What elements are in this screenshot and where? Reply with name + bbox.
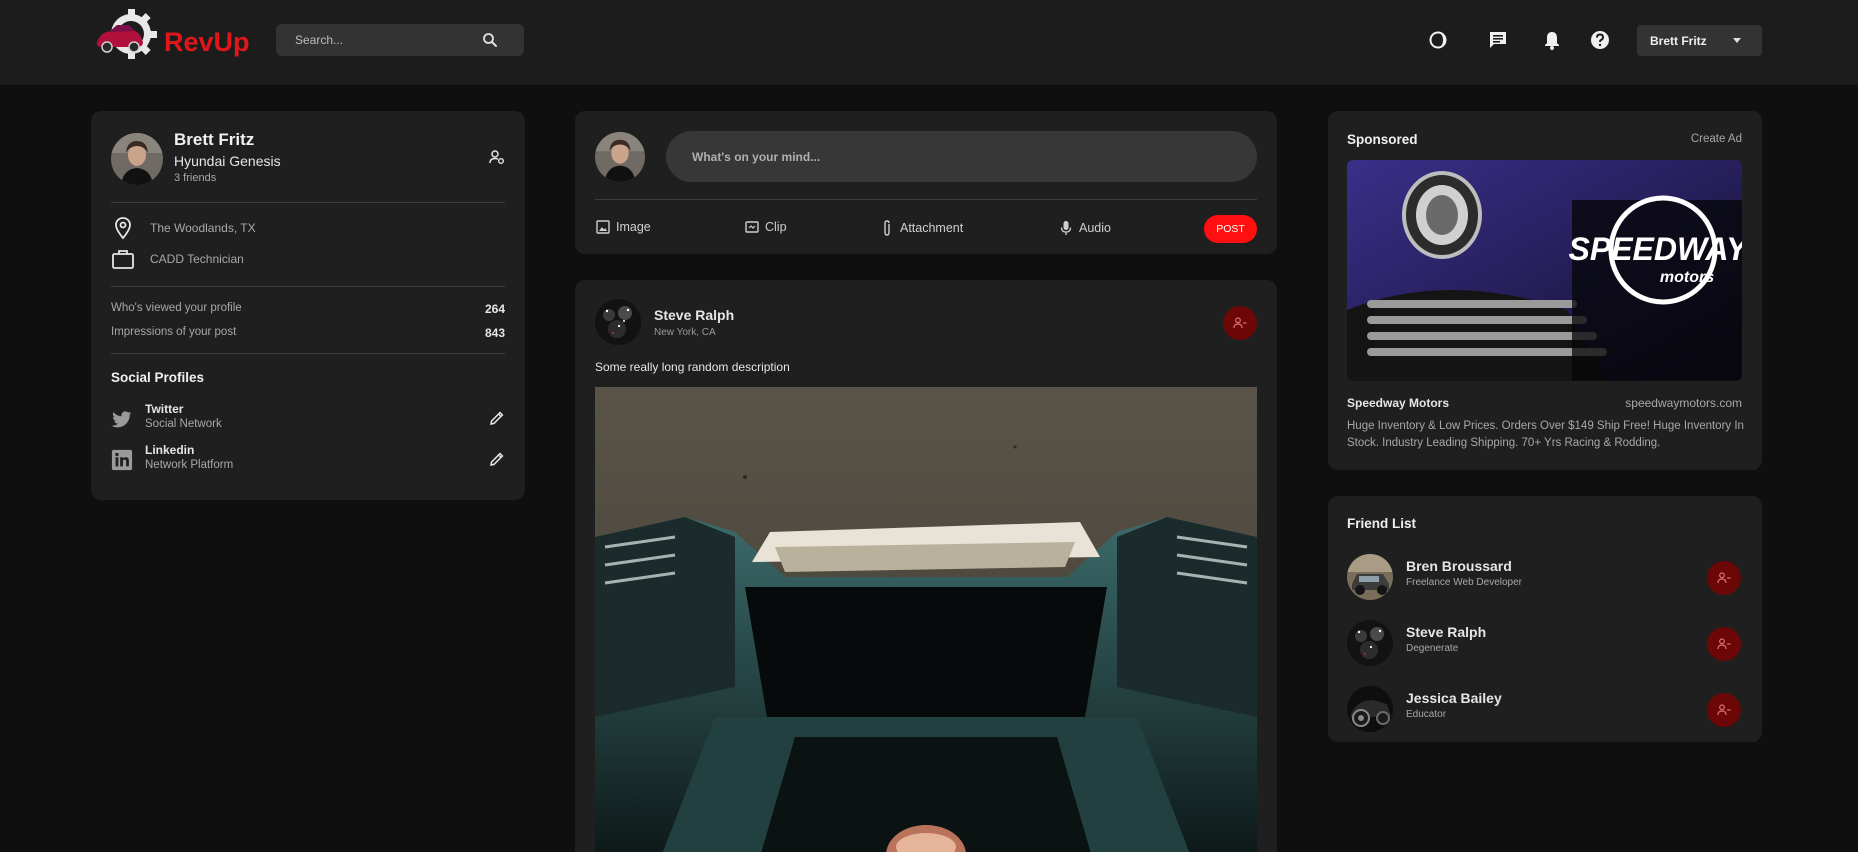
- chevron-down-icon: [1733, 38, 1741, 43]
- remove-friend-button[interactable]: [1223, 306, 1257, 340]
- image-icon: [596, 220, 610, 234]
- revup-logo[interactable]: RevUp: [93, 9, 250, 61]
- paperclip-icon: [884, 220, 890, 236]
- divider: [111, 286, 505, 287]
- linkedin-icon: [111, 449, 133, 471]
- audio-action[interactable]: Audio: [1059, 220, 1111, 236]
- friend-name[interactable]: Bren Broussard: [1406, 558, 1512, 574]
- divider: [111, 353, 505, 354]
- post-author-avatar[interactable]: [595, 299, 641, 345]
- briefcase-icon: [112, 250, 134, 269]
- post-input[interactable]: [692, 149, 1232, 164]
- remove-friend-button[interactable]: [1707, 627, 1741, 661]
- location-pin-icon: [115, 217, 131, 240]
- friend-avatar[interactable]: [1347, 620, 1393, 666]
- friend-item: Jessica Bailey Educator: [1347, 686, 1742, 732]
- profile-name: Brett Fritz: [174, 130, 255, 149]
- divider: [111, 202, 505, 203]
- stat-profile-views-label: Who's viewed your profile: [111, 302, 242, 314]
- ad-description: Huge Inventory & Low Prices. Orders Over…: [1347, 420, 1744, 449]
- friend-list-title: Friend List: [1347, 516, 1417, 531]
- composer-avatar: [595, 132, 645, 182]
- post-composer: Image Clip Attachment Audio POST: [575, 111, 1277, 254]
- friend-subtitle: Educator: [1406, 709, 1447, 720]
- friend-subtitle: Freelance Web Developer: [1406, 577, 1522, 588]
- search-input[interactable]: [295, 33, 475, 47]
- social-subtitle: Network Platform: [145, 459, 234, 471]
- search-icon[interactable]: [482, 32, 498, 48]
- post-author-name[interactable]: Steve Ralph: [654, 307, 734, 323]
- audio-action-label: Audio: [1079, 221, 1111, 235]
- image-action[interactable]: Image: [596, 220, 651, 234]
- profile-friend-count: 3 friends: [174, 172, 217, 184]
- friend-subtitle: Degenerate: [1406, 643, 1459, 654]
- edit-pencil-icon[interactable]: [489, 410, 505, 426]
- profile-card: Brett Fritz Hyundai Genesis 3 friends Th…: [91, 111, 525, 500]
- friend-item: Steve Ralph Degenerate: [1347, 620, 1742, 666]
- profile-occupation: CADD Technician: [111, 247, 244, 271]
- top-navbar: RevUp Brett Fritz: [0, 0, 1858, 85]
- remove-friend-button[interactable]: [1707, 561, 1741, 595]
- clip-action-label: Clip: [765, 220, 787, 234]
- ad-advertiser-name[interactable]: Speedway Motors: [1347, 396, 1449, 410]
- chat-icon[interactable]: [1487, 29, 1509, 51]
- feed-post: Steve Ralph New York, CA Some really lon…: [575, 280, 1277, 852]
- friend-avatar[interactable]: [1347, 554, 1393, 600]
- friend-name[interactable]: Jessica Bailey: [1406, 690, 1502, 706]
- friend-avatar[interactable]: [1347, 686, 1393, 732]
- social-name[interactable]: Linkedin: [145, 443, 194, 457]
- microphone-icon: [1060, 221, 1072, 235]
- remove-friend-icon: [1233, 317, 1247, 329]
- user-menu-label: Brett Fritz: [1650, 33, 1707, 48]
- gear-car-logo-icon: [93, 9, 159, 61]
- sponsored-title: Sponsored: [1347, 132, 1418, 147]
- stat-impressions-value: 843: [484, 326, 505, 340]
- stat-impressions-label: Impressions of your post: [111, 326, 237, 338]
- social-subtitle: Social Network: [145, 418, 222, 430]
- friend-item: Bren Broussard Freelance Web Developer: [1347, 554, 1742, 600]
- help-icon[interactable]: [1589, 29, 1611, 51]
- remove-friend-button[interactable]: [1707, 693, 1741, 727]
- image-action-label: Image: [616, 220, 651, 234]
- attachment-action-label: Attachment: [900, 221, 964, 235]
- profile-car: Hyundai Genesis: [174, 153, 281, 169]
- post-input-wrapper: [666, 131, 1257, 182]
- post-button[interactable]: POST: [1204, 215, 1257, 243]
- remove-friend-icon: [1717, 572, 1731, 584]
- app-name: RevUp: [164, 26, 250, 57]
- sponsored-card: Sponsored Create Ad SPEEDWAY motors Spee…: [1328, 111, 1762, 470]
- social-name[interactable]: Twitter: [145, 402, 183, 416]
- bell-icon[interactable]: [1541, 29, 1563, 51]
- post-image[interactable]: [595, 387, 1257, 852]
- social-profiles-title: Social Profiles: [111, 370, 205, 385]
- manage-account-icon[interactable]: [489, 149, 505, 165]
- remove-friend-icon: [1717, 638, 1731, 650]
- occupation-text: CADD Technician: [150, 252, 244, 266]
- friend-list-card: Friend List Bren Broussard Freelance Web…: [1328, 496, 1762, 742]
- remove-friend-icon: [1717, 704, 1731, 716]
- clip-icon: [745, 221, 759, 233]
- post-author-location: New York, CA: [654, 327, 716, 338]
- ad-logo-text: SPEEDWAY: [1569, 231, 1743, 267]
- profile-location: The Woodlands, TX: [111, 216, 256, 240]
- clip-action[interactable]: Clip: [745, 220, 787, 234]
- divider: [595, 199, 1257, 200]
- ad-logo-subtext: motors: [1660, 269, 1714, 286]
- moon-icon[interactable]: [1427, 29, 1449, 51]
- social-item-twitter: Twitter Social Network: [111, 402, 505, 438]
- social-item-linkedin: Linkedin Network Platform: [111, 443, 505, 479]
- profile-avatar[interactable]: [111, 133, 163, 185]
- ad-url[interactable]: speedwaymotors.com: [1625, 396, 1742, 410]
- edit-pencil-icon[interactable]: [489, 451, 505, 467]
- post-description: Some really long random description: [595, 360, 790, 374]
- attachment-action[interactable]: Attachment: [880, 220, 963, 236]
- friend-name[interactable]: Steve Ralph: [1406, 624, 1486, 640]
- create-ad-link[interactable]: Create Ad: [1691, 133, 1742, 145]
- stat-profile-views-value: 264: [484, 302, 505, 316]
- search-bar: [276, 24, 524, 56]
- ad-image[interactable]: SPEEDWAY motors: [1347, 160, 1742, 381]
- user-menu-dropdown[interactable]: Brett Fritz: [1637, 25, 1762, 56]
- twitter-icon: [111, 411, 132, 428]
- location-text: The Woodlands, TX: [150, 221, 256, 235]
